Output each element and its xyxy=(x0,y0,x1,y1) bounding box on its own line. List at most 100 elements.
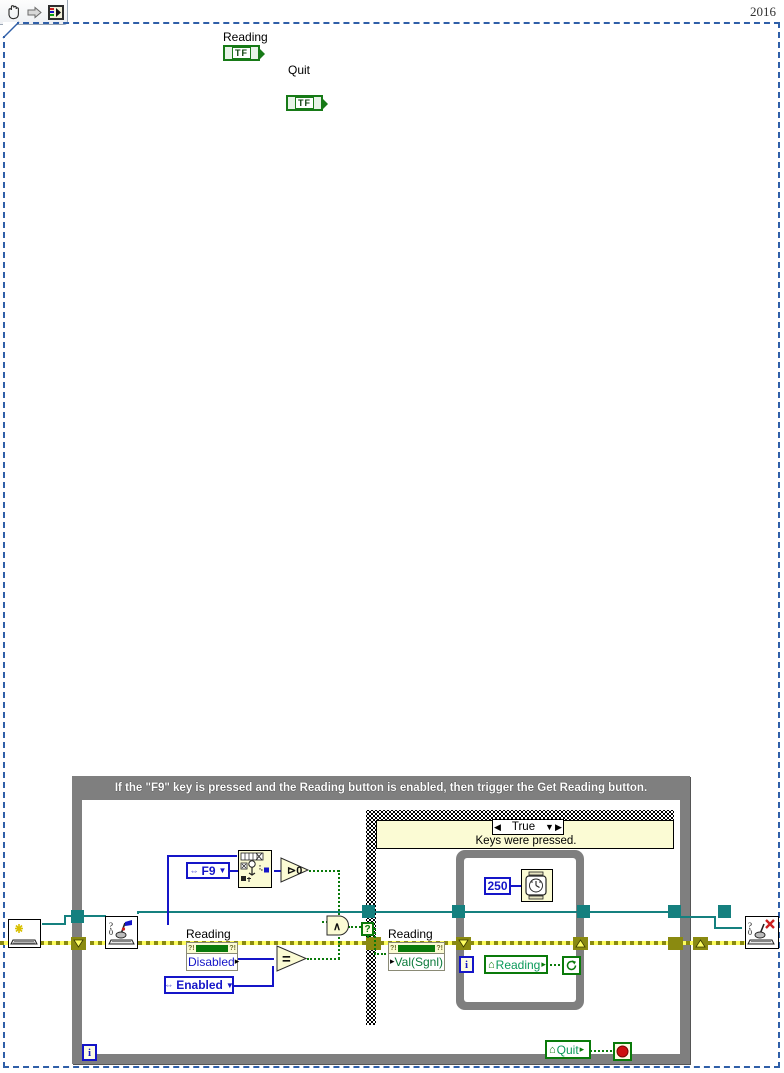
wire-bool-eq xyxy=(307,958,340,960)
case-selector-dropdown[interactable]: ◀ True ▼ ▶ xyxy=(492,819,564,835)
wait-constant-value: 250 xyxy=(487,879,508,893)
reading-terminal-label: Reading xyxy=(223,30,268,44)
chevron-down-icon[interactable]: ▼ xyxy=(545,820,554,834)
case-tunnel-teal-right[interactable] xyxy=(668,905,681,918)
enabled-enum-constant[interactable]: ⇔ Enabled ▼ xyxy=(164,976,234,994)
svg-text:=: = xyxy=(282,951,291,968)
reading-boolean-terminal[interactable]: TF xyxy=(223,45,265,61)
wire-bool-gt xyxy=(309,870,339,872)
keyboard-joystick-icon: ? 0 xyxy=(108,920,135,945)
property-row-valsgnl[interactable]: ▸ Val(Sgnl) xyxy=(389,954,444,969)
loop-stop-condition-terminal[interactable] xyxy=(613,1042,632,1061)
stop-icon xyxy=(616,1045,629,1058)
inner-loop-tunnel-left-error[interactable] xyxy=(456,937,471,950)
while-loop-comment: If the "F9" key is pressed and the Readi… xyxy=(114,782,648,794)
connector-pane-icon[interactable] xyxy=(46,3,65,22)
inner-while-loop-structure[interactable] xyxy=(456,850,584,1010)
case-tunnel-teal-left[interactable] xyxy=(362,905,375,918)
enum-left-glyph: ⇔ xyxy=(164,980,174,990)
enum-left-glyph: ⇔ xyxy=(189,865,199,876)
property-name: Val(Sgnl) xyxy=(394,954,443,969)
acquire-input-data-vi[interactable]: ? 0 xyxy=(105,916,138,949)
search-array-icon xyxy=(240,852,269,882)
property-row-disabled[interactable]: Disabled ▸ xyxy=(187,954,240,969)
clock-icon xyxy=(525,871,547,900)
reading-tf-glyph: TF xyxy=(232,47,251,59)
reading-valsgnl-property-node[interactable]: ?! ?! ▸ Val(Sgnl) xyxy=(388,942,445,971)
wire-blue-enabled-v xyxy=(272,966,274,987)
wire-blue-acq-j xyxy=(167,923,169,925)
and-function[interactable]: ∧ xyxy=(326,915,351,936)
initialize-keyboard-vi[interactable] xyxy=(8,919,41,948)
loop-tunnel-left-teal[interactable] xyxy=(71,910,84,923)
while-loop-iteration-terminal[interactable]: i xyxy=(82,1044,97,1061)
wire-error-5 xyxy=(708,941,746,945)
wire-blue-acq-v xyxy=(167,855,169,925)
wait-ms-function[interactable] xyxy=(521,869,553,902)
wire-bool-into-case-v xyxy=(374,928,376,954)
wire-teal-2 xyxy=(137,911,670,913)
case-selector-terminal[interactable]: ? xyxy=(361,922,374,936)
reading-control-reference[interactable]: ⌂ Reading ▸ xyxy=(484,955,548,974)
inner-loop-interior xyxy=(464,858,576,1002)
property-arrow-icon: ▸ xyxy=(234,956,240,966)
case-selector-glyph: ? xyxy=(364,923,371,935)
case-next-arrow-icon[interactable]: ▶ xyxy=(554,820,563,834)
keyboard-joystick-close-icon: ? 0 xyxy=(747,919,775,945)
loop-tunnel-right-error[interactable] xyxy=(693,937,708,950)
prop-q-left: ?! xyxy=(188,944,195,952)
key-enum-value: F9 xyxy=(201,863,216,878)
inner-loop-tunnel-teal-right[interactable] xyxy=(577,905,590,918)
elapsed-timer-icon xyxy=(566,960,577,971)
ref-arrow-icon: ▸ xyxy=(541,959,546,969)
home-icon: ⌂ xyxy=(549,1043,556,1056)
prop-green-bar xyxy=(195,944,229,952)
case-comment: Keys were pressed. xyxy=(475,835,577,847)
prop-q-left: ?! xyxy=(390,944,397,952)
wire-blue-enabled xyxy=(232,985,274,987)
svg-text:∧: ∧ xyxy=(333,921,341,933)
iteration-label: i xyxy=(87,1046,92,1059)
quit-control-reference[interactable]: ⌂ Quit ▸ xyxy=(545,1040,591,1059)
greater-than-zero-function[interactable]: ⊳0 xyxy=(280,857,310,883)
loop-tunnel-left-error[interactable] xyxy=(71,937,86,950)
wire-error-3 xyxy=(470,941,574,945)
reading-valsgnl-label: Reading xyxy=(388,927,433,941)
chevron-down-icon[interactable]: ▼ xyxy=(219,866,227,875)
case-prev-arrow-icon[interactable]: ◀ xyxy=(493,820,502,834)
keyboard-sparkle-icon xyxy=(10,924,38,945)
svg-text:0: 0 xyxy=(109,928,113,937)
prop-q-right: ?! xyxy=(436,944,443,952)
svg-text:0: 0 xyxy=(748,928,752,937)
quit-boolean-terminal[interactable]: TF xyxy=(286,95,328,111)
ref-arrow-icon: ▸ xyxy=(579,1044,585,1054)
reading-disabled-label: Reading xyxy=(186,927,231,941)
inner-loop-tunnel-teal-left[interactable] xyxy=(452,905,465,918)
case-tunnel-right-error[interactable] xyxy=(668,937,683,950)
wire-teal-1 xyxy=(42,923,64,925)
chevron-down-icon[interactable]: ▼ xyxy=(226,981,234,990)
search-1d-array-function[interactable] xyxy=(238,850,272,888)
hand-tool-icon[interactable] xyxy=(4,3,23,22)
equal-function[interactable]: = xyxy=(276,945,308,972)
loop-tunnel-right-teal[interactable] xyxy=(718,905,731,918)
iteration-label: i xyxy=(464,958,469,971)
wait-ms-constant[interactable]: 250 xyxy=(484,877,511,895)
labview-version-label: 2016 xyxy=(750,4,776,19)
property-node-header: ?! ?! xyxy=(187,943,237,954)
signaling-value-node[interactable] xyxy=(562,956,581,975)
inner-loop-iteration-terminal[interactable]: i xyxy=(459,956,474,973)
wire-teal-4 xyxy=(714,927,742,929)
svg-text:⊳0: ⊳0 xyxy=(287,865,302,877)
inner-loop-tunnel-right-error[interactable] xyxy=(573,937,588,950)
wire-blue-disabled xyxy=(236,958,274,960)
arrow-right-icon[interactable] xyxy=(25,3,44,22)
reading-disabled-property-node[interactable]: ?! ?! Disabled ▸ xyxy=(186,942,240,971)
reading-ref-label: Reading xyxy=(495,957,541,972)
quit-terminal-label: Quit xyxy=(288,63,311,77)
home-icon: ⌂ xyxy=(488,958,495,971)
key-enum-constant[interactable]: ⇔ F9 ▼ xyxy=(186,862,230,879)
prop-q-right: ?! xyxy=(229,944,236,952)
close-input-device-vi[interactable]: ? 0 xyxy=(745,916,779,949)
enabled-enum-value: Enabled xyxy=(176,978,223,992)
